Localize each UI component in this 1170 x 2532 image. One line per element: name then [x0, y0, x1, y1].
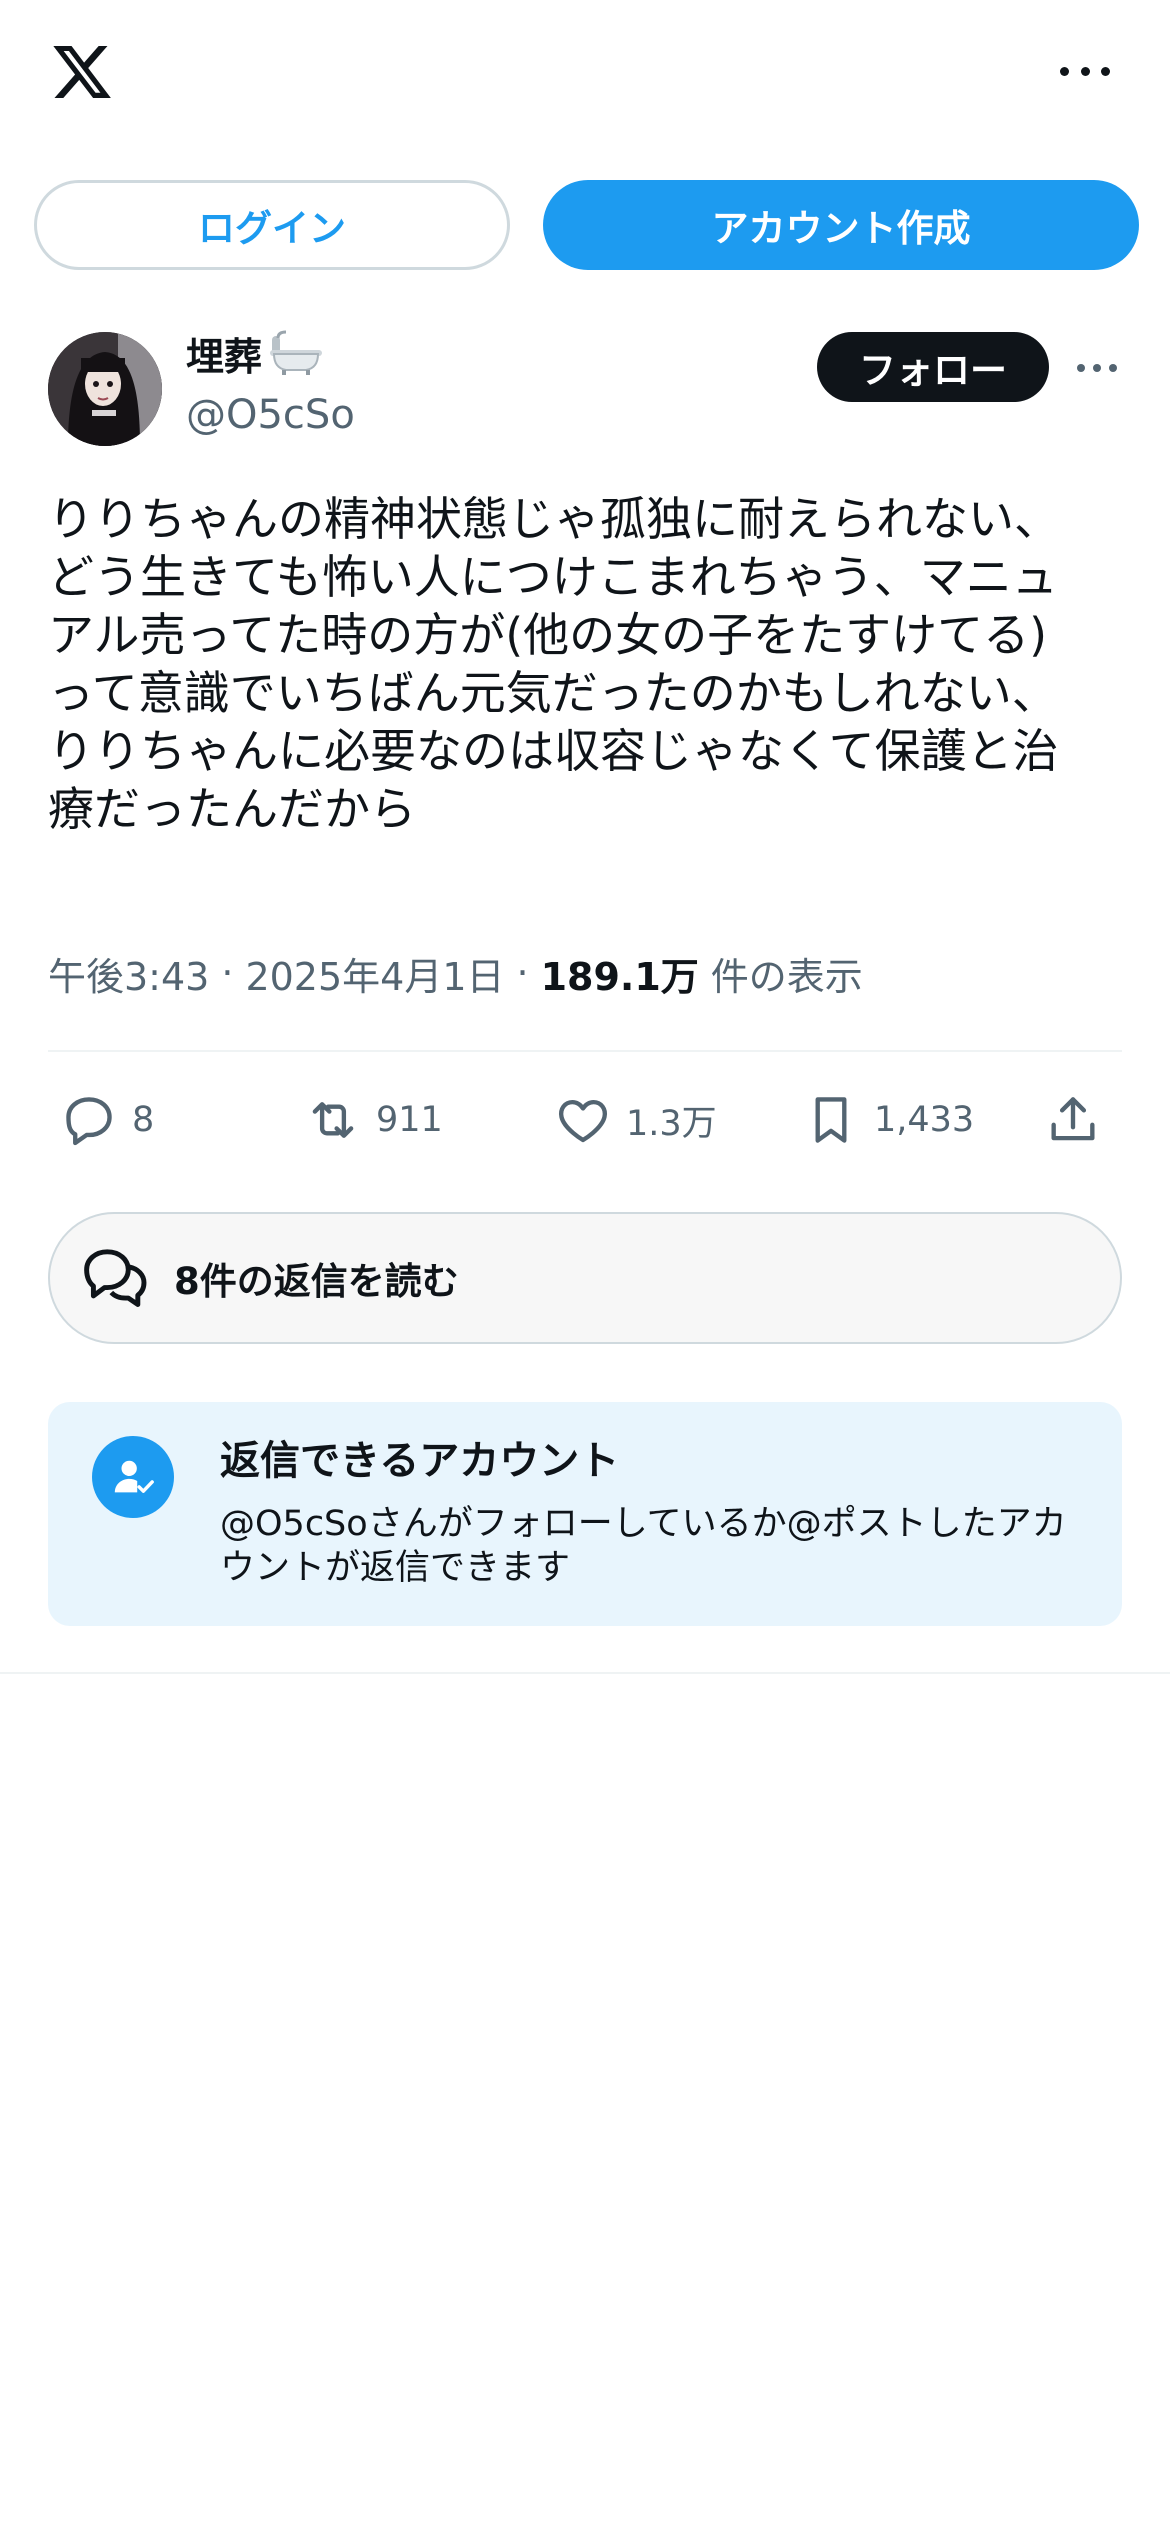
share-icon: [1044, 1091, 1102, 1149]
page: ログイン アカウント作成 埋葬 @O5cSo フォロー りりちゃんの精神状態じゃ…: [0, 0, 1170, 2532]
reply-count: 8: [132, 1100, 155, 1140]
top-bar: [0, 0, 1170, 150]
follow-button[interactable]: フォロー: [817, 332, 1049, 402]
post-meta: 午後3:43 · 2025年4月1日 · 189.1万 件の表示: [48, 945, 863, 1001]
share-button[interactable]: [1044, 1080, 1102, 1160]
repost-count: 911: [376, 1100, 443, 1140]
bookmark-count: 1,433: [874, 1100, 975, 1140]
divider: [0, 1672, 1170, 1674]
views-count: 189.1万: [540, 954, 699, 999]
user-check-icon: [92, 1436, 174, 1518]
like-button[interactable]: 1.3万: [554, 1080, 717, 1160]
more-horizontal-icon[interactable]: [1060, 56, 1110, 86]
views-label: 件の表示: [710, 954, 863, 999]
meta-separator: ·: [221, 951, 234, 995]
avatar[interactable]: [48, 332, 162, 446]
repost-button[interactable]: 911: [304, 1080, 443, 1160]
reply-restriction-notice: 返信できるアカウント @O5cSoさんがフォローしているか@ポストしたアカウント…: [48, 1402, 1122, 1626]
author-display-name: 埋葬: [186, 334, 263, 379]
action-bar: 8 911 1.3万 1,433: [48, 1080, 1122, 1160]
reply-icon: [60, 1091, 118, 1149]
post-more-icon[interactable]: [1077, 363, 1117, 373]
divider: [48, 1050, 1122, 1052]
read-replies-label: 8件の返信を読む: [174, 1260, 459, 1303]
meta-separator: ·: [516, 951, 529, 995]
author-handle[interactable]: @O5cSo: [186, 392, 355, 438]
read-replies-button[interactable]: 8件の返信を読む: [48, 1212, 1122, 1344]
post-date[interactable]: 2025年4月1日: [245, 946, 504, 1001]
reply-notice-description: @O5cSoさんがフォローしているか@ポストしたアカウントが返信できます: [220, 1504, 1067, 1588]
like-count: 1.3万: [626, 1103, 717, 1144]
post-time[interactable]: 午後3:43: [48, 946, 209, 1001]
replies-bubble-icon: [78, 1241, 152, 1315]
reply-notice-title: 返信できるアカウント: [220, 1438, 620, 1484]
bookmark-button[interactable]: 1,433: [802, 1080, 974, 1160]
heart-icon: [554, 1091, 612, 1149]
reply-button[interactable]: 8: [60, 1080, 154, 1160]
bathtub-icon: [268, 330, 324, 376]
create-account-button[interactable]: アカウント作成: [543, 180, 1139, 270]
x-logo-icon[interactable]: [48, 40, 116, 104]
bookmark-icon: [802, 1091, 860, 1149]
repost-icon: [304, 1091, 362, 1149]
login-button[interactable]: ログイン: [34, 180, 510, 270]
post-text: りりちゃんの精神状態じゃ孤独に耐えられない、 どう生きても怖い人につけこまれちゃ…: [48, 492, 1060, 836]
author-name[interactable]: 埋葬: [186, 328, 324, 379]
